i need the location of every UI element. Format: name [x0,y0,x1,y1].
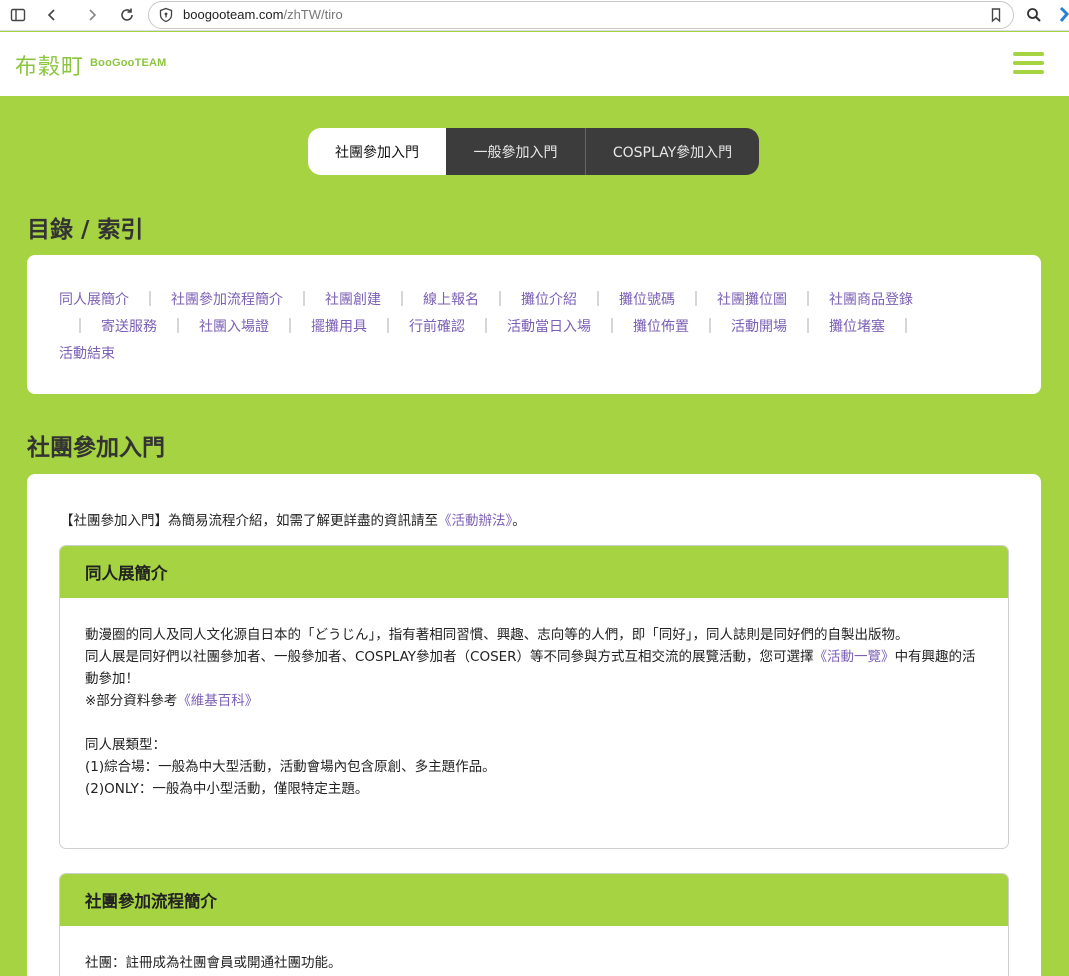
index-link[interactable]: 活動當日入場 [507,319,591,335]
main-card: 【社團參加入門】為簡易流程介紹，如需了解更詳盡的資訊請至《活動辦法》。 同人展簡… [27,474,1041,976]
panel-body: 動漫圈的同人及同人文化源自日本的「どうじん」，指有著相同習慣、興趣、志向等的人們… [60,598,1008,800]
divider [401,291,403,306]
reload-icon[interactable] [115,3,139,27]
paragraph: 社團：註冊成為社團會員或開通社團功能。 [85,955,342,971]
divider [149,291,151,306]
panel-title: 社團參加流程簡介 [60,874,1008,926]
back-icon[interactable] [40,3,64,27]
index-link[interactable]: 社團入場證 [199,319,269,335]
paragraph: (1)綜合場：一般為中大型活動，活動會場內包含原創、多主題作品。 [85,759,496,775]
divider [807,291,809,306]
divider [79,318,81,333]
index-links: 同人展簡介 社團參加流程簡介 社團創建 線上報名 攤位介紹 攤位號碼 社團攤位圖 社團商品登錄… [59,287,999,368]
event-rules-link[interactable]: 《活動辦法》 [438,513,512,529]
index-link[interactable]: 攤位號碼 [619,292,675,308]
extension-icon[interactable] [1058,6,1069,24]
divider [709,318,711,333]
divider [303,291,305,306]
divider [611,318,613,333]
index-link[interactable]: 擺攤用具 [311,319,367,335]
divider [597,291,599,306]
paragraph: 同人展類型： [85,737,166,753]
paragraph: ※部分資料參考《維基百科》 [85,693,259,709]
logo-english[interactable]: BooGooTEAM [90,57,167,69]
divider [905,318,907,333]
index-link[interactable]: 活動開場 [731,319,787,335]
event-list-link[interactable]: 《活動一覽》 [814,649,895,665]
tab-general-participation[interactable]: 一般參加入門 [446,128,586,175]
browser-toolbar: boogooteam.com/zhTW/tiro [0,0,1069,31]
divider [177,318,179,333]
index-link[interactable]: 社團攤位圖 [717,292,787,308]
tab-cosplay-participation[interactable]: COSPLAY參加入門 [586,128,759,175]
wikipedia-link[interactable]: 《維基百科》 [177,693,258,709]
index-link[interactable]: 行前確認 [409,319,465,335]
index-link[interactable]: 活動結束 [59,346,115,362]
panel-doujin-intro: 同人展簡介 動漫圈的同人及同人文化源自日本的「どうじん」，指有著相同習慣、興趣、… [59,545,1009,849]
panel-circle-flow: 社團參加流程簡介 社團：註冊成為社團會員或開通社團功能。 [59,873,1009,976]
participation-tabs: 社團參加入門 一般參加入門 COSPLAY參加入門 [308,128,759,175]
paragraph: 動漫圈的同人及同人文化源自日本的「どうじん」，指有著相同習慣、興趣、志向等的人們… [85,627,909,643]
forward-icon[interactable] [80,3,104,27]
tab-circle-participation[interactable]: 社團參加入門 [308,128,446,175]
divider [387,318,389,333]
search-icon[interactable] [1022,3,1046,27]
index-link[interactable]: 社團商品登錄 [829,292,913,308]
intro-text: 【社團參加入門】為簡易流程介紹，如需了解更詳盡的資訊請至《活動辦法》。 [60,513,526,529]
site-info-icon[interactable] [158,7,174,23]
menu-hamburger-icon[interactable] [1013,52,1045,78]
bookmark-icon[interactable] [988,7,1004,23]
index-link[interactable]: 寄送服務 [101,319,157,335]
url-text: boogooteam.com/zhTW/tiro [183,7,343,22]
index-link[interactable]: 攤位介紹 [521,292,577,308]
index-card: 同人展簡介 社團參加流程簡介 社團創建 線上報名 攤位介紹 攤位號碼 社團攤位圖 社團商品登錄… [27,255,1041,394]
divider [695,291,697,306]
address-bar[interactable]: boogooteam.com/zhTW/tiro [148,1,1014,29]
sidebar-toggle-icon[interactable] [6,3,30,27]
main-section-title: 社團參加入門 [27,435,165,461]
index-link[interactable]: 攤位佈置 [633,319,689,335]
paragraph: 同人展是同好們以社團參加者、一般參加者、COSPLAY參加者（COSER）等不同… [85,649,976,687]
index-title: 目錄 / 索引 [27,217,144,243]
divider [485,318,487,333]
divider [499,291,501,306]
logo-chinese[interactable]: 布穀町 [15,49,84,81]
paragraph: (2)ONLY：一般為中小型活動，僅限特定主題。 [85,781,369,797]
panel-body: 社團：註冊成為社團會員或開通社團功能。 [60,926,1008,974]
panel-title: 同人展簡介 [60,546,1008,598]
divider [289,318,291,333]
index-link[interactable]: 同人展簡介 [59,292,129,308]
index-link[interactable]: 線上報名 [423,292,479,308]
index-link[interactable]: 攤位堵塞 [829,319,885,335]
site-header: 布穀町 BooGooTEAM [0,32,1069,96]
divider [807,318,809,333]
index-link[interactable]: 社團參加流程簡介 [171,292,283,308]
index-link[interactable]: 社團創建 [325,292,381,308]
